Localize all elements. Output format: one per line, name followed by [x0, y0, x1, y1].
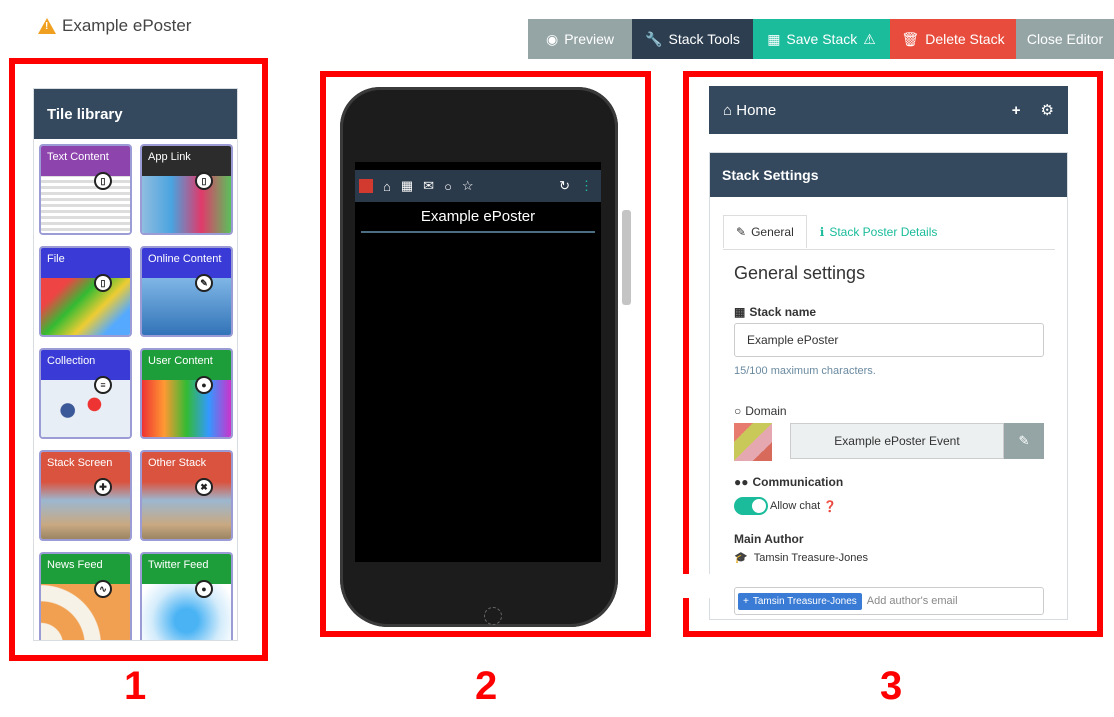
- delete-stack-button[interactable]: 🗑 Delete Stack: [890, 19, 1016, 59]
- callout-frame-1: [9, 58, 268, 661]
- callout-frame-3: [683, 71, 1103, 637]
- save-stack-label: Save Stack: [786, 31, 858, 47]
- editor-toolbar: ◉ Preview 🔧 Stack Tools ▦ Save Stack ⚠ 🗑…: [528, 19, 1114, 59]
- warning-icon: ⚠: [863, 30, 876, 47]
- frame-gap: [683, 574, 711, 598]
- callout-frame-2: [320, 71, 651, 637]
- close-editor-label: Close Editor: [1026, 31, 1104, 47]
- stack-tools-button[interactable]: 🔧 Stack Tools: [632, 19, 753, 59]
- delete-stack-label: Delete Stack: [925, 31, 1005, 47]
- preview-button[interactable]: ◉ Preview: [528, 19, 632, 59]
- trash-icon: 🗑: [901, 30, 920, 47]
- close-editor-button[interactable]: Close Editor: [1016, 19, 1114, 59]
- grid-icon: ▦: [767, 30, 781, 47]
- app-title: Example ePoster: [38, 16, 191, 36]
- callout-number-3: 3: [880, 664, 903, 708]
- callout-number-1: 1: [124, 664, 147, 708]
- preview-label: Preview: [564, 31, 614, 47]
- wrench-icon: 🔧: [645, 30, 663, 47]
- stack-tools-label: Stack Tools: [668, 31, 740, 47]
- app-title-text: Example ePoster: [62, 16, 192, 35]
- save-stack-button[interactable]: ▦ Save Stack ⚠: [753, 19, 890, 59]
- callout-number-2: 2: [475, 664, 498, 708]
- eye-icon: ◉: [545, 30, 559, 47]
- warning-icon: [38, 18, 56, 34]
